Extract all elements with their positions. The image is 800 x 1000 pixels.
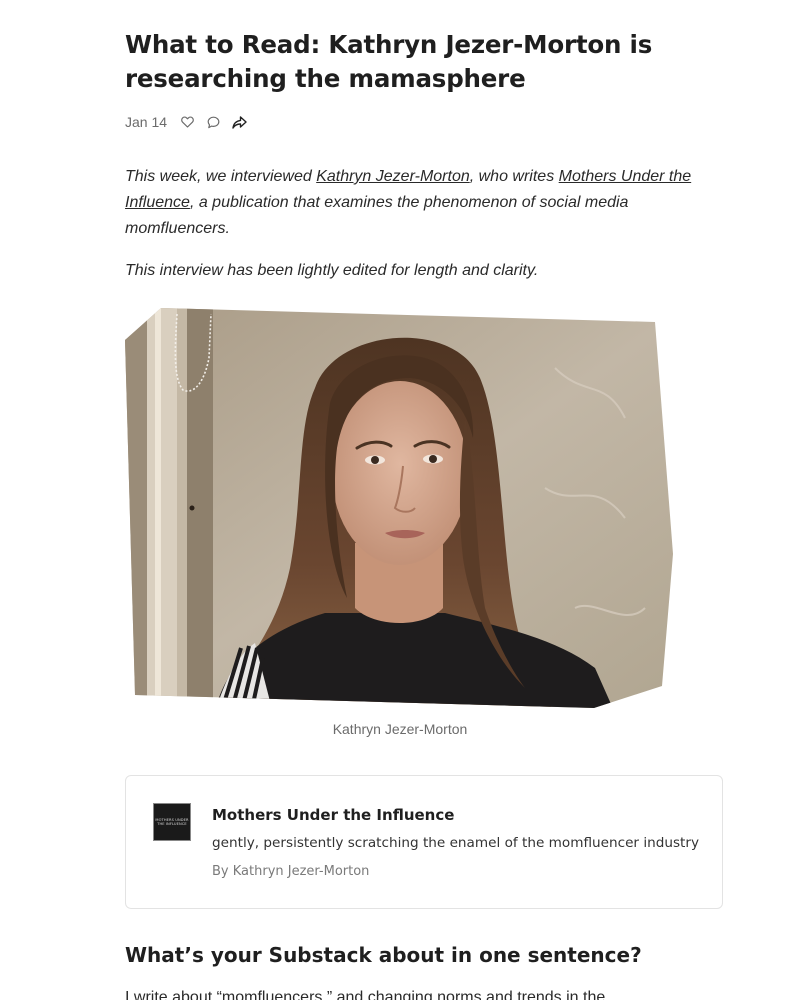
post-date: Jan 14: [125, 114, 168, 130]
edit-note: This interview has been lightly edited f…: [125, 262, 539, 279]
logo-text-line2: THE INFLUENCE: [157, 822, 187, 826]
photo-caption: Kathryn Jezer-Morton: [332, 721, 468, 737]
intro-paragraph: This week, we interviewed Kathryn Jezer-…: [125, 164, 725, 242]
intro-text: This week, we interviewed Kathryn Jezer-…: [125, 164, 725, 284]
share-icon[interactable]: [231, 114, 247, 130]
publication-embed-card[interactable]: MOTHERS UNDER THE INFLUENCE Mothers Unde…: [125, 775, 723, 909]
post-title: What to Read: Kathryn Jezer-Morton is re…: [125, 30, 653, 93]
publication-name: Mothers Under the Influence: [212, 806, 455, 824]
publication-logo: MOTHERS UNDER THE INFLUENCE: [153, 803, 191, 841]
publication-author: By Kathryn Jezer-Morton: [212, 864, 370, 879]
article: What to Read: Kathryn Jezer-Morton is re…: [125, 0, 725, 1000]
question-heading: What’s your Substack about in one senten…: [125, 943, 642, 967]
author-link[interactable]: Kathryn Jezer-Morton: [316, 168, 470, 185]
author-photo[interactable]: [125, 308, 685, 713]
intro-text-span: , who writes: [469, 168, 559, 185]
comment-icon[interactable]: [205, 114, 221, 130]
intro-text-span: , a publication that examines the phenom…: [125, 194, 629, 237]
answer-text: I write about “momfluencers,” and changi…: [125, 989, 606, 1000]
intro-text-span: This week, we interviewed: [125, 168, 317, 185]
publication-description: gently, persistently scratching the enam…: [212, 835, 700, 851]
post-meta: Jan 14: [125, 112, 725, 132]
heart-icon[interactable]: [179, 114, 195, 130]
